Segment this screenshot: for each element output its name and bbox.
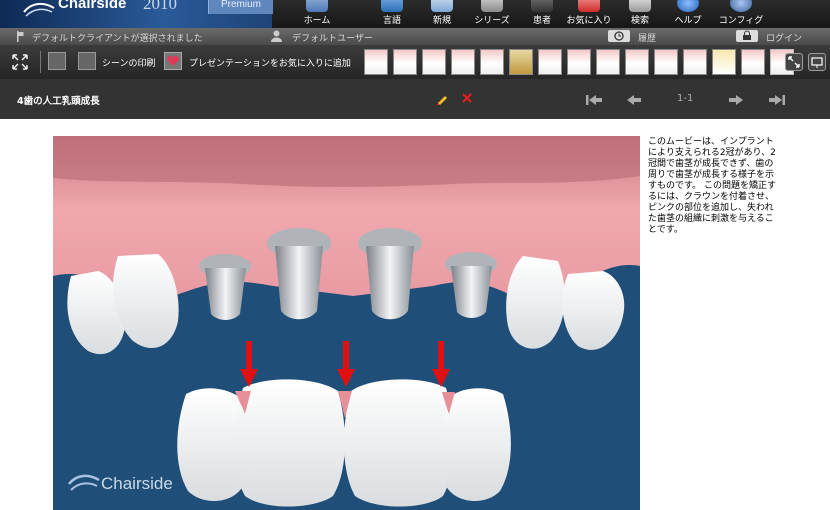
nav-patient-label: 患者 [532,16,551,26]
add-presentation-favorite-button[interactable]: プレゼンテーションをお気に入りに追加 [189,56,351,69]
next-page-icon[interactable] [728,94,744,106]
edit-pencil-icon[interactable] [436,92,449,105]
edition-badge: Premium [208,0,273,14]
nav-series-button[interactable]: シリーズ [470,0,514,28]
movie-title-bar: 4歯の人工乳頭成長 1-1 [0,79,830,119]
scene-thumbnail[interactable] [596,49,620,75]
page-indicator: 1-1 [677,93,694,104]
nav-search-label: 検索 [630,16,649,26]
movie-player[interactable]: Chairside [53,136,640,510]
nav-home-button[interactable]: ホーム [296,0,338,28]
client-status-text: デフォルトクライアントが選択されました [32,34,203,44]
config-icon [730,0,752,12]
presentation-icon[interactable] [808,53,826,71]
search-icon [629,0,651,12]
series-icon [481,0,503,12]
implant-abutment-1 [199,254,251,320]
patient-card-icon[interactable] [48,52,66,70]
print-scene-button[interactable]: シーンの印刷 [102,56,156,69]
nav-config-label: コンフィグ [718,16,764,26]
previous-page-icon[interactable] [626,94,642,106]
top-bar: Chairside 2010 Premium ホーム 言語 新規 シリーズ 患者… [0,0,830,28]
scene-thumbnail[interactable] [741,49,765,75]
heart-icon[interactable] [164,52,182,70]
nav-favorites-button[interactable]: お気に入り [564,0,614,28]
dental-illustration [53,136,640,507]
movie-title: 4歯の人工乳頭成長 [17,96,100,107]
fullscreen-icon[interactable] [11,53,29,71]
nav-language-button[interactable]: 言語 [372,0,412,28]
flag-icon [17,31,24,42]
scene-thumbnail[interactable] [567,49,591,75]
favorite-icon [578,0,600,12]
nav-config-button[interactable]: コンフィグ [718,0,764,28]
nav-language-label: 言語 [382,16,401,26]
scene-thumbnail[interactable] [538,49,562,75]
status-bar: デフォルトクライアントが選択されました デフォルトユーザー 履歴 ログイン [0,28,830,45]
app-logo: Chairside 2010 Premium [0,0,273,28]
toolbar-divider [40,51,41,73]
scene-thumbnail[interactable] [683,49,707,75]
scene-thumbnail[interactable] [393,49,417,75]
last-page-icon[interactable] [768,94,786,106]
chairside-watermark: Chairside [101,474,173,493]
movie-description: このムービーは、インプラントにより支えられる2冠があり、2冠間で歯茎が成長できず… [648,137,776,235]
login-link[interactable]: ログイン [766,31,802,44]
scene-thumbnail[interactable] [625,49,649,75]
help-icon [677,0,699,12]
user-icon [271,30,282,42]
nav-help-button[interactable]: ヘルプ [670,0,706,28]
red-arrows [240,341,450,387]
chairside-logo-icon [23,2,55,17]
app-name: Chairside [58,0,127,12]
nav-help-label: ヘルプ [674,16,702,26]
nav-home-label: ホーム [303,16,331,26]
language-icon [381,0,403,12]
app-year: 2010 [143,0,177,13]
history-link[interactable]: 履歴 [638,31,656,44]
scene-thumbnail[interactable] [364,49,388,75]
lock-icon[interactable] [736,30,758,42]
nav-new-label: 新規 [432,16,451,26]
nav-search-button[interactable]: 検索 [622,0,658,28]
user-status-text[interactable]: デフォルトユーザー [292,31,373,44]
scene-thumbnail[interactable] [451,49,475,75]
history-icon[interactable] [608,30,630,42]
expand-icon[interactable] [785,53,803,71]
scene-thumbnail[interactable] [422,49,446,75]
scene-thumbnail[interactable] [712,49,736,75]
scene-thumbnail[interactable] [654,49,678,75]
nav-patient-button[interactable]: 患者 [524,0,560,28]
delete-x-icon[interactable] [462,93,472,103]
patient-icon [531,0,553,12]
nav-series-label: シリーズ [474,16,510,26]
home-icon [306,0,328,12]
new-icon [431,0,453,12]
chairside-watermark-icon [68,474,100,491]
first-page-icon[interactable] [585,94,603,106]
toolbar: シーンの印刷 プレゼンテーションをお気に入りに追加 [0,45,830,79]
nav-favorites-label: お気に入り [566,16,612,26]
scene-thumbnail[interactable] [480,49,504,75]
print-icon[interactable] [78,52,96,70]
scene-thumbnail[interactable] [509,49,533,75]
nav-new-button[interactable]: 新規 [422,0,462,28]
implant-abutment-4 [445,252,497,318]
content-area: Chairside このムービーは、インプラントにより支えられる2冠があり、2冠… [0,119,830,510]
